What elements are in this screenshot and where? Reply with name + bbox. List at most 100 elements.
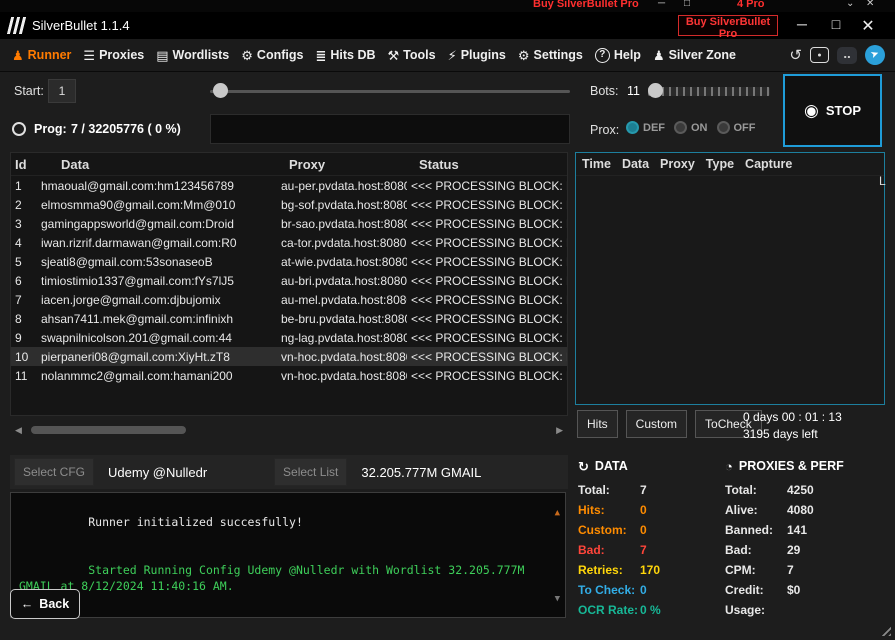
history-icon[interactable]: ↺ [789,48,802,63]
results-horizontal-scrollbar[interactable]: ◀ ▶ [10,419,568,441]
log-console: Runner initialized succesfully! Started … [10,492,566,618]
silverbullet-window: Buy SilverBullet Pro ─ □ 4 Pro ⌄ ✕ Silve… [0,0,895,640]
cell-id: 6 [11,274,37,288]
cell-status: <<< PROCESSING BLOCK: REC [407,236,567,250]
nav-items: ♟ Runner ☰ Proxies ▤ Wordlists ⚙ Configs… [0,39,742,72]
cell-status: <<< PROCESSING BLOCK: REC [407,350,567,364]
table-row[interactable]: 10 pierpaneri08@gmail.com:XiyHt.zT8 vn-h… [11,347,567,366]
cell-status: <<< PROCESSING BLOCK: REC [407,312,567,326]
scroll-left-icon[interactable]: ◀ [10,425,27,436]
nav-item-tools[interactable]: ⚒ Tools [382,39,442,72]
cell-status: <<< PROCESSING BLOCK: REC [407,217,567,231]
table-row[interactable]: 2 elmosmma90@gmail.com:Mm@010 bg-sof.pvd… [11,195,567,214]
background-window-titlebar: Buy SilverBullet Pro ─ □ 4 Pro ⌄ ✕ [0,0,895,12]
table-row[interactable]: 5 sjeati8@gmail.com:53sonaseoB at-wie.pv… [11,252,567,271]
table-row[interactable]: 4 iwan.rizrif.darmawan@gmail.com:R0 ca-t… [11,233,567,252]
cell-proxy: au-mel.pvdata.host:8080 [277,293,407,307]
nav-item-silver-zone[interactable]: ♟ Silver Zone [647,39,742,72]
cell-proxy: ca-tor.pvdata.host:8080 [277,236,407,250]
camera-icon[interactable]: ● [810,47,829,63]
config-bar: Select CFG Udemy @Nulledr Select List 32… [10,455,568,489]
buy-silverbullet-pro-button[interactable]: Buy SilverBullet Pro [678,15,778,36]
resize-grip[interactable] [878,623,891,636]
prox-option-off[interactable]: OFF [717,121,756,134]
table-row[interactable]: 3 gamingappsworld@gmail.com:Droid br-sao… [11,214,567,233]
bots-slider-thumb[interactable] [648,83,663,98]
nav-item-proxies[interactable]: ☰ Proxies [77,39,150,72]
table-row[interactable]: 9 swapnilnicolson.201@gmail.com:44 ng-la… [11,328,567,347]
cell-status: <<< PROCESSING BLOCK: REC [407,198,567,212]
cell-id: 5 [11,255,37,269]
cell-status: <<< PROCESSING BLOCK: REC [407,369,567,383]
radio-icon [626,121,639,134]
nav-item-help[interactable]: ? Help [589,39,647,72]
cell-status: <<< PROCESSING BLOCK: REC [407,274,567,288]
close-button[interactable]: ✕ [856,16,880,36]
stat-bad: Bad: 29 [725,540,885,560]
progress-bar [210,114,570,144]
select-list-button[interactable]: Select List [274,458,347,486]
nav-item-wordlists[interactable]: ▤ Wordlists [150,39,235,72]
stat-ocr-rate: OCR Rate: 0 % [578,600,723,620]
background-minimize-icon[interactable]: ─ [658,0,665,9]
start-slider[interactable] [210,82,570,100]
proxies-list-icon: ☰ [83,49,95,62]
silverbullet-logo-icon [7,17,28,34]
table-row[interactable]: 6 timiostimio1337@gmail.com:fYs7lJ5 au-b… [11,271,567,290]
bots-slider[interactable] [648,82,770,100]
prox-option-on[interactable]: ON [674,121,708,134]
selected-config-name: Udemy @Nulledr [108,465,260,480]
background-chevron-down-icon[interactable]: ⌄ [846,0,854,9]
column-header-proxy: Proxy [660,157,695,171]
scroll-down-icon[interactable]: ▼ [555,591,560,607]
nav-item-configs[interactable]: ⚙ Configs [235,39,309,72]
nav-item-settings[interactable]: ⚙ Settings [512,39,589,72]
column-header-id: Id [11,157,37,172]
scrollbar-thumb[interactable] [31,426,186,434]
table-row[interactable]: 7 iacen.jorge@gmail.com:djbujomix au-mel… [11,290,567,309]
cell-id: 8 [11,312,37,326]
scroll-right-icon[interactable]: ▶ [551,425,568,436]
tab-hits[interactable]: Hits [577,410,618,438]
timer-elapsed: 0 days 00 : 01 : 13 [743,409,842,426]
cell-proxy: at-wie.pvdata.host:8080 [277,255,407,269]
back-button[interactable]: ← Back [10,589,80,619]
stop-button[interactable]: ◉ STOP [783,74,882,147]
cell-id: 1 [11,179,37,193]
table-row[interactable]: 11 nolanmmc2@gmail.com:hamani200 vn-hoc.… [11,366,567,385]
proxy-stats-section: ◔ PROXIES & PERF Total: 4250 Alive: 4080… [725,456,885,620]
cell-data: gamingappsworld@gmail.com:Droid [37,217,277,231]
bots-label: Bots: [590,84,619,98]
table-row[interactable]: 1 hmaoual@gmail.com:hm123456789 au-per.p… [11,176,567,195]
telegram-icon[interactable]: ➤ [865,45,885,65]
nav-item-plugins[interactable]: ⚡ Plugins [442,39,512,72]
data-stats-section: ↻ DATA Total: 7 Hits: 0 Custom: 0 Bad: [578,456,723,620]
log-line: Started Running Config Udemy @Nulledr wi… [19,546,551,610]
minimize-button[interactable]: ─ [790,16,814,32]
cell-proxy: bg-sof.pvdata.host:8080 [277,198,407,212]
stat-custom: Custom: 0 [578,520,723,540]
settings-gear-icon: ⚙ [518,49,530,62]
prox-option-def[interactable]: DEF [626,121,665,134]
scrollbar-track[interactable] [27,423,551,437]
edge-artifact-text: L [879,174,886,188]
discord-icon[interactable]: ‥ [837,47,857,64]
log-line: Runner initialized succesfully! [19,498,551,546]
background-maximize-icon[interactable]: □ [684,0,690,9]
start-slider-thumb[interactable] [213,83,228,98]
background-close-icon[interactable]: ✕ [866,0,874,9]
background-buy-pro-text: Buy SilverBullet Pro [533,0,639,10]
stat-total: Total: 7 [578,480,723,500]
tab-custom[interactable]: Custom [626,410,687,438]
stat-hits: Hits: 0 [578,500,723,520]
cell-proxy: ng-lag.pvdata.host:8080 [277,331,407,345]
nav-item-hits-db[interactable]: ≣ Hits DB [309,39,381,72]
select-cfg-button[interactable]: Select CFG [14,458,94,486]
start-input[interactable] [48,79,76,103]
nav-item-runner[interactable]: ♟ Runner [6,39,77,72]
hits-tabs: Hits Custom ToCheck [577,410,762,438]
table-row[interactable]: 8 ahsan7411.mek@gmail.com:infinixh be-br… [11,309,567,328]
maximize-button[interactable]: □ [824,16,848,32]
scroll-up-icon[interactable]: ▲ [555,505,560,521]
license-days-left: 3195 days left [743,426,842,443]
